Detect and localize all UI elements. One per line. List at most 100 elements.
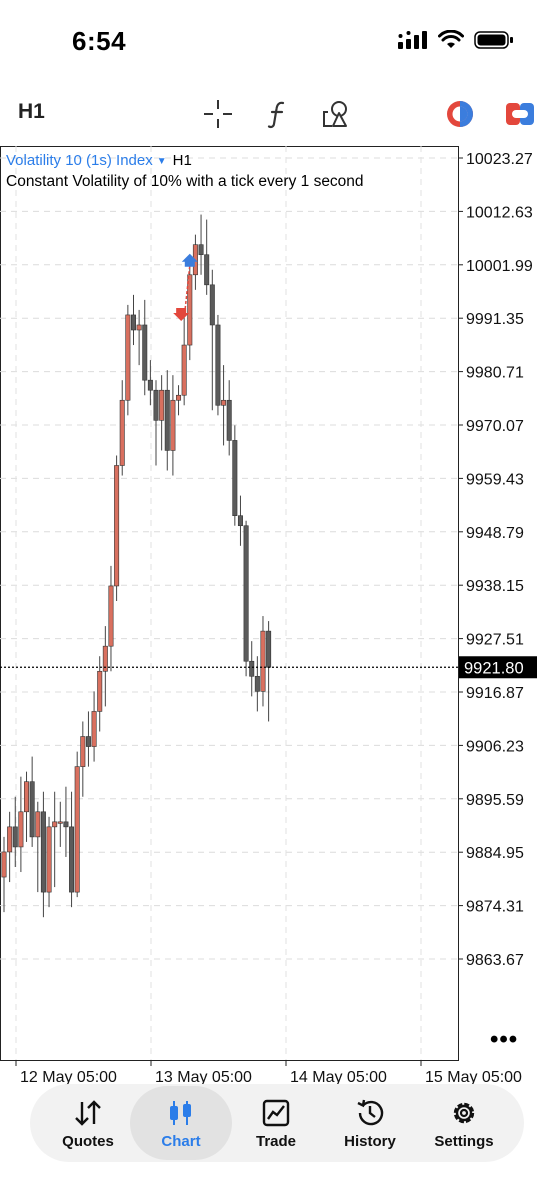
chevron-down-icon[interactable]: ▼ xyxy=(157,156,167,167)
candle xyxy=(130,294,136,346)
timeframe-button[interactable]: H1 xyxy=(18,100,45,124)
candle xyxy=(164,370,170,471)
price-tick-label: 10023.27 xyxy=(466,151,533,168)
candle xyxy=(74,751,80,898)
chart-icon xyxy=(166,1097,196,1129)
price-tick-label: 10001.99 xyxy=(466,258,533,275)
candle xyxy=(114,455,120,602)
candle xyxy=(35,801,41,893)
candle xyxy=(46,816,52,908)
candle xyxy=(260,616,266,707)
candle xyxy=(198,214,204,275)
status-time: 6:54 xyxy=(72,26,127,56)
candle xyxy=(215,314,221,416)
candle xyxy=(24,771,30,842)
trade-icon xyxy=(261,1097,291,1129)
price-tick-label: 9884.95 xyxy=(466,845,524,862)
price-tick-label: 9991.35 xyxy=(466,311,524,328)
settings-icon xyxy=(449,1097,479,1129)
candle xyxy=(153,380,159,466)
history-icon xyxy=(355,1097,385,1129)
symbol-name[interactable]: Volatility 10 (1s) Index xyxy=(6,152,153,169)
price-tick-label: 9970.07 xyxy=(466,418,524,435)
nav-label-quotes: Quotes xyxy=(62,1132,114,1150)
symbol-timeframe: H1 xyxy=(172,152,192,169)
candle xyxy=(57,801,63,847)
candle xyxy=(1,836,7,913)
more-icon[interactable]: ••• xyxy=(490,1026,518,1054)
price-tick-label: 9863.67 xyxy=(466,952,524,969)
trade-logo-icon[interactable] xyxy=(442,96,478,132)
plot-frame xyxy=(0,146,459,1061)
battery-icon xyxy=(474,31,513,49)
candle xyxy=(80,721,86,797)
candle xyxy=(176,385,182,416)
sell-arrow-icon[interactable] xyxy=(173,307,190,321)
price-tick-label: 9906.23 xyxy=(466,738,524,755)
candle xyxy=(85,711,91,767)
candle xyxy=(181,309,187,406)
candle xyxy=(91,691,97,762)
candle xyxy=(243,520,249,677)
candle xyxy=(147,360,153,406)
price-chart[interactable]: 10023.27 10012.63 10001.99 9991.35 9980.71 99… xyxy=(0,146,554,1086)
price-tick-label: 9980.71 xyxy=(466,365,524,382)
price-tick-label: 9959.43 xyxy=(466,471,524,488)
candle xyxy=(40,791,46,918)
wifi-icon xyxy=(438,30,464,48)
nav-label-trade: Trade xyxy=(255,1132,297,1150)
candle xyxy=(232,425,238,526)
candle xyxy=(63,786,69,857)
candle xyxy=(12,796,18,868)
candle xyxy=(119,380,125,476)
candle xyxy=(125,304,131,416)
candle xyxy=(221,365,227,446)
crosshair-icon[interactable] xyxy=(200,96,236,132)
candle xyxy=(254,656,260,712)
signal-icon xyxy=(398,31,427,49)
price-tick-label: 9948.79 xyxy=(466,525,524,542)
candle xyxy=(266,621,272,722)
account-icon[interactable] xyxy=(502,96,538,132)
nav-item-chart[interactable]: Chart xyxy=(130,1086,232,1160)
candle xyxy=(52,791,58,888)
chart-canvas[interactable]: 10023.27 10012.63 10001.99 9991.35 9980.71 99… xyxy=(0,146,554,1086)
nav-label-chart: Chart xyxy=(161,1132,201,1150)
candle xyxy=(249,641,255,697)
candle xyxy=(142,299,148,396)
candle xyxy=(18,776,24,873)
price-tick-label: 9938.15 xyxy=(466,578,524,595)
price-tick-label: 9874.31 xyxy=(466,899,524,916)
nav-item-settings[interactable]: Settings xyxy=(416,1086,512,1160)
indicators-icon[interactable] xyxy=(260,96,296,132)
candle xyxy=(108,565,114,672)
candle xyxy=(69,791,75,908)
chart-toolbar: H1 xyxy=(0,92,554,138)
candle xyxy=(237,495,243,546)
symbol-selector[interactable]: Volatility 10 (1s) Index ▼ H1 xyxy=(6,152,192,169)
candle xyxy=(159,375,165,451)
nav-item-quotes[interactable]: Quotes xyxy=(40,1086,136,1160)
candle xyxy=(226,380,232,456)
bottom-nav: Quotes Chart Trade History Settings xyxy=(30,1084,524,1162)
objects-icon[interactable] xyxy=(318,96,354,132)
nav-label-history: History xyxy=(344,1132,396,1150)
price-tick-label: 9895.59 xyxy=(466,792,524,809)
candle xyxy=(187,259,193,361)
candle xyxy=(170,375,176,476)
nav-label-settings: Settings xyxy=(434,1132,494,1150)
price-tick-label: 10012.63 xyxy=(466,204,533,221)
candle xyxy=(209,269,215,411)
price-tick-label: 9916.87 xyxy=(466,685,524,702)
status-icons xyxy=(398,30,514,50)
nav-item-history[interactable]: History xyxy=(322,1086,418,1160)
status-bar: 6:54 xyxy=(0,0,554,84)
candle xyxy=(7,811,13,883)
current-price-label: 9921.80 xyxy=(464,659,524,677)
quotes-icon xyxy=(73,1097,103,1129)
candle xyxy=(204,219,210,295)
nav-item-trade[interactable]: Trade xyxy=(228,1086,324,1160)
candle xyxy=(29,756,35,847)
symbol-description: Constant Volatility of 10% with a tick e… xyxy=(6,173,364,190)
price-tick-label: 9927.51 xyxy=(466,632,524,649)
